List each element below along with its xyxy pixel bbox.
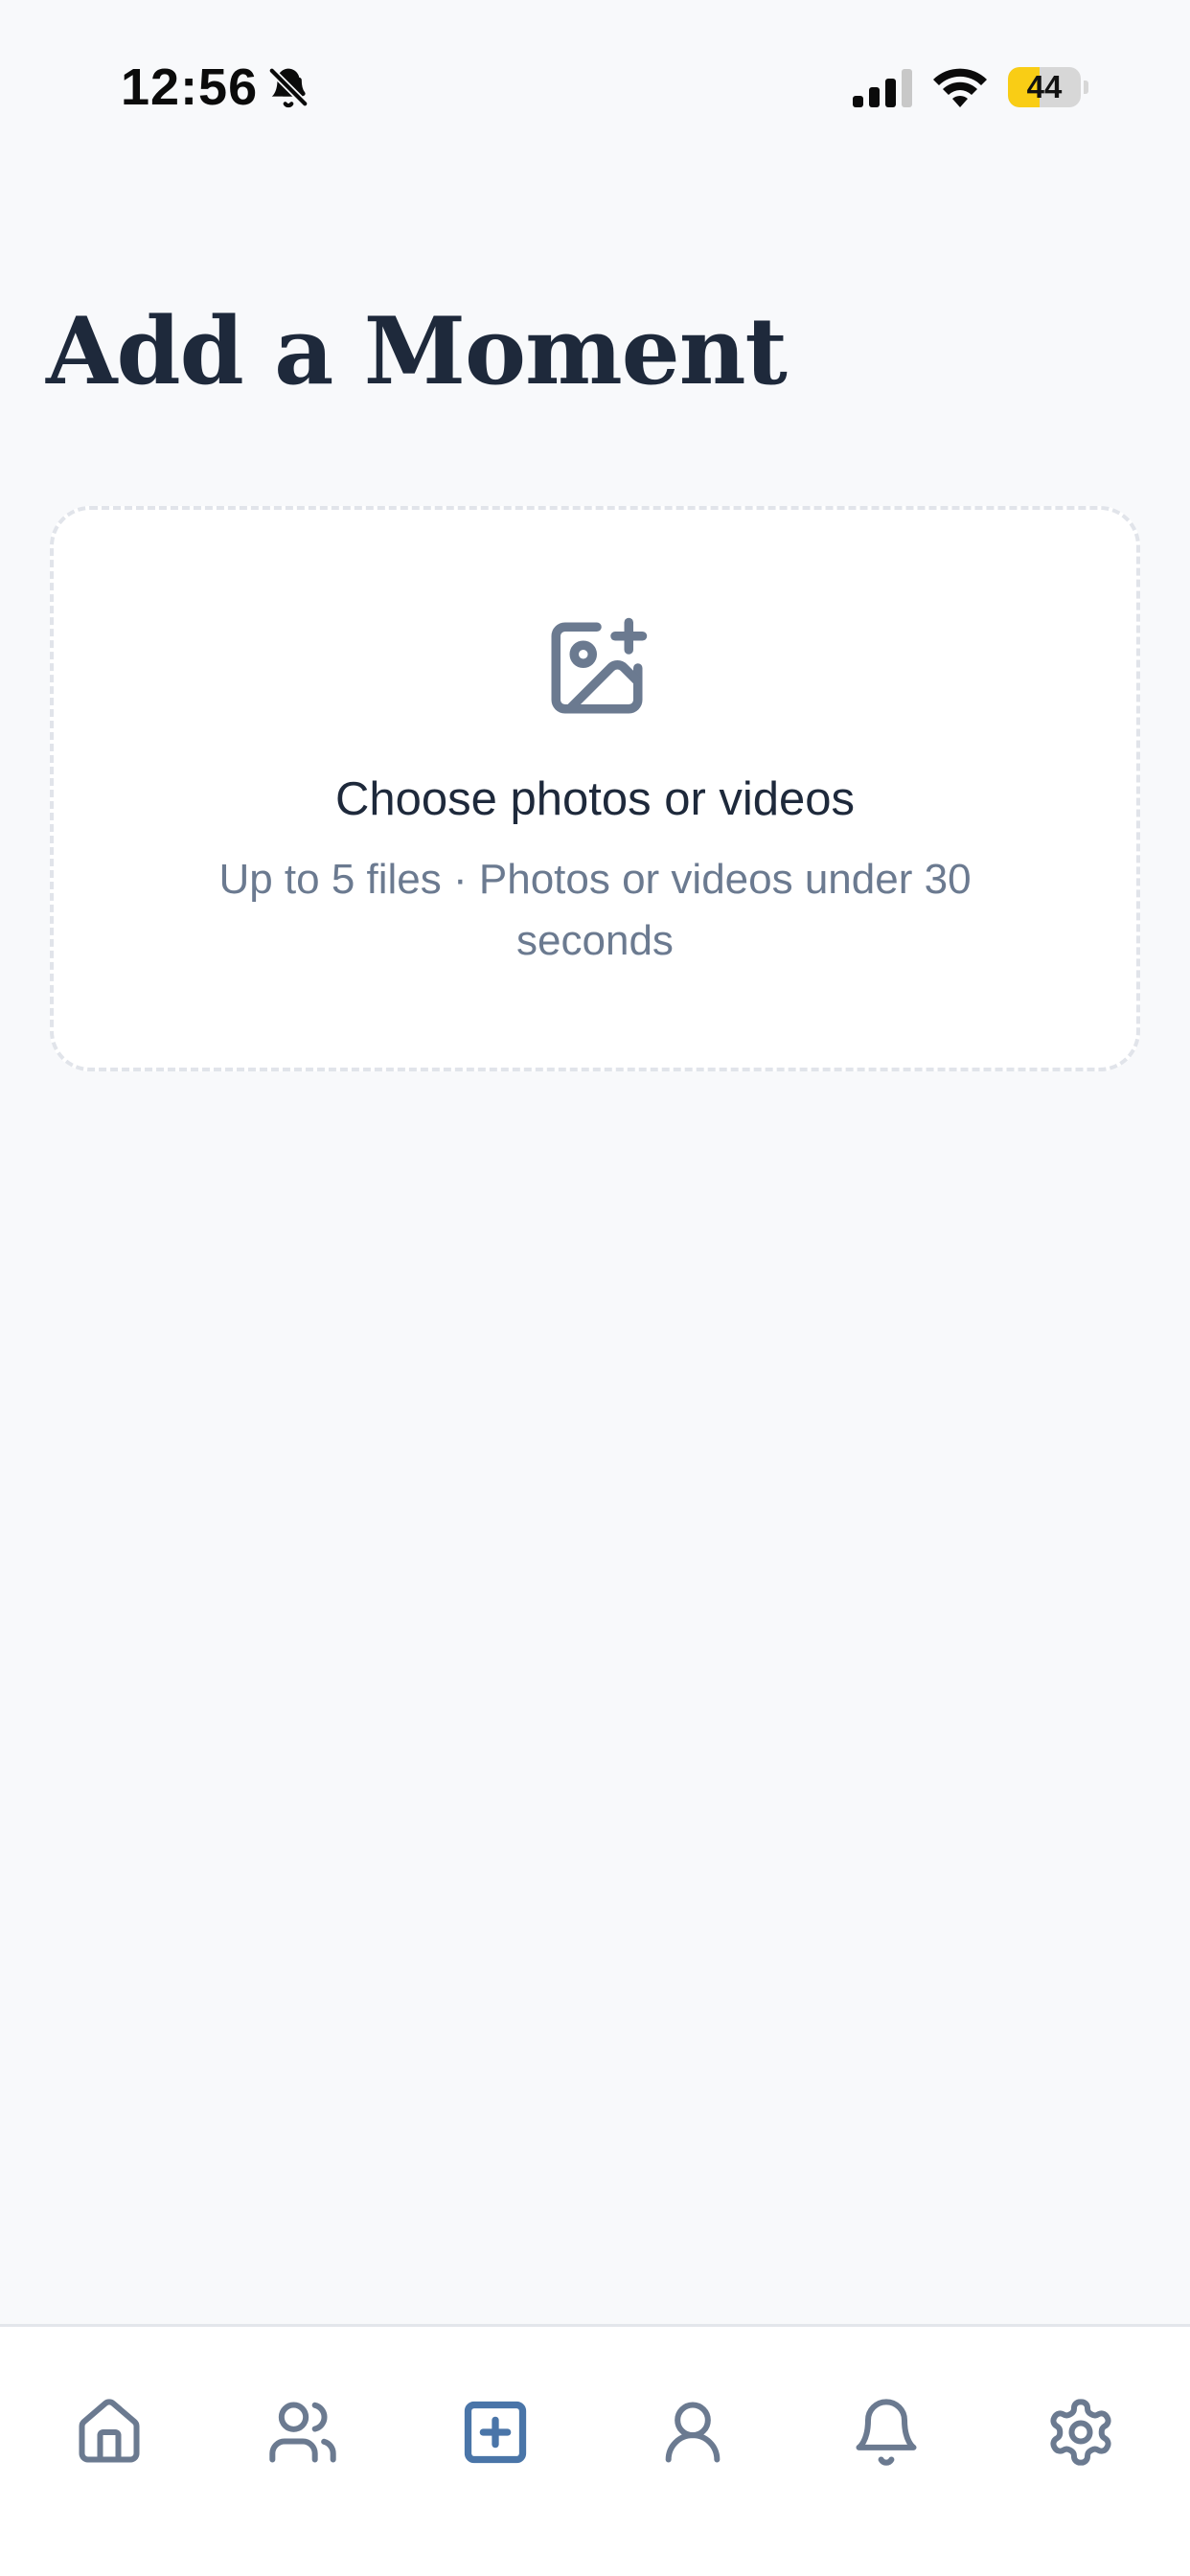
tab-home[interactable] xyxy=(57,2380,162,2485)
tab-notifications[interactable] xyxy=(834,2380,939,2485)
bottom-tab-bar xyxy=(0,2324,1190,2576)
tab-create[interactable] xyxy=(443,2380,548,2485)
plus-square-icon xyxy=(464,2401,527,2464)
users-icon xyxy=(269,2402,336,2463)
wifi-icon xyxy=(933,68,987,107)
tab-settings[interactable] xyxy=(1028,2380,1133,2485)
status-time: 12:56 xyxy=(121,58,259,116)
upload-subtitle: Up to 5 files · Photos or videos under 3… xyxy=(218,856,972,964)
home-icon xyxy=(79,2399,140,2463)
battery-level: 44 xyxy=(1026,69,1063,104)
status-bar: 12:56 44 xyxy=(0,0,1190,172)
add-moment-screen: 12:56 44 Add a Moment Choose photos or v… xyxy=(0,0,1190,2576)
image-plus-icon xyxy=(551,617,648,714)
tab-friends[interactable] xyxy=(250,2380,355,2485)
cellular-signal-icon xyxy=(853,69,912,107)
gear-icon xyxy=(1050,2399,1111,2466)
battery-icon: 44 xyxy=(1008,67,1088,107)
bell-icon xyxy=(856,2399,917,2466)
upload-title: Choose photos or videos xyxy=(334,773,856,825)
bell-off-icon xyxy=(267,66,309,108)
user-icon xyxy=(665,2402,721,2463)
tab-profile[interactable] xyxy=(640,2380,745,2485)
page-title: Add a Moment xyxy=(46,297,788,405)
